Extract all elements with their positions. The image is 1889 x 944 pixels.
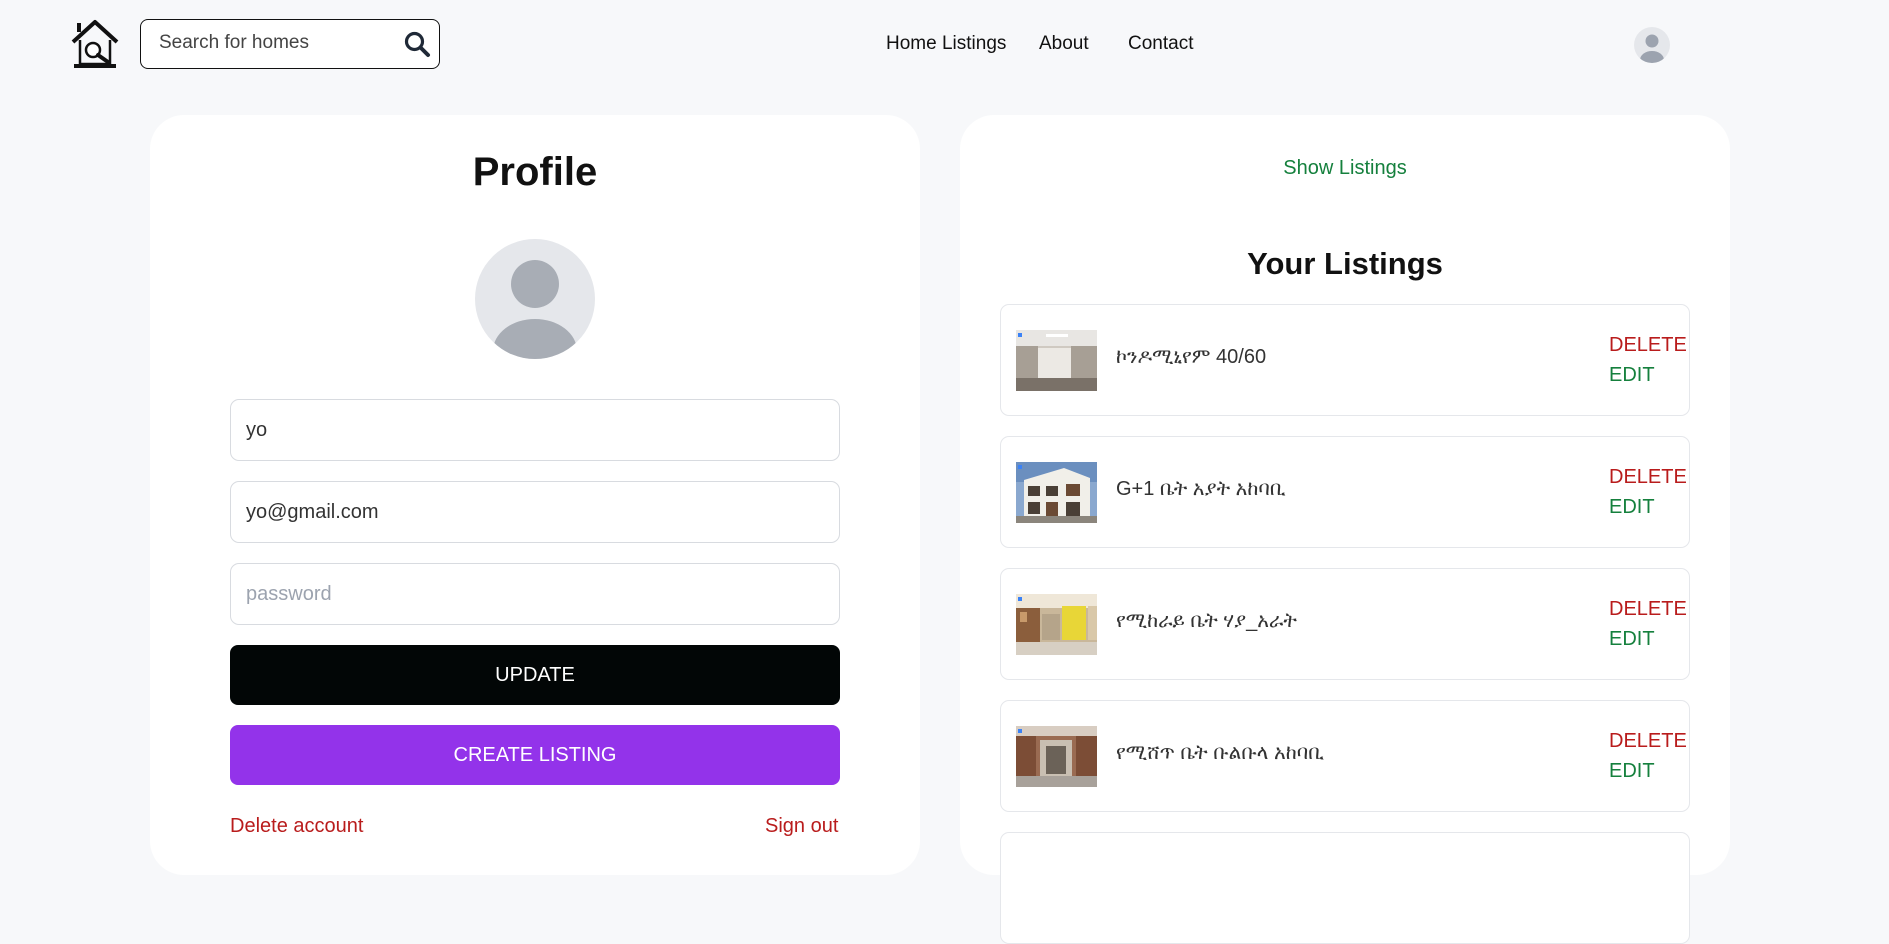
delete-listing-button[interactable]: DELETE xyxy=(1609,466,1687,489)
edit-listing-button[interactable]: EDIT xyxy=(1609,760,1655,783)
house-magnifier-logo-icon[interactable] xyxy=(70,18,120,70)
listing-thumbnail[interactable] xyxy=(1016,594,1097,655)
nav-home-listings[interactable]: Home Listings xyxy=(886,33,1006,55)
search-icon[interactable] xyxy=(403,30,431,58)
delete-listing-button[interactable]: DELETE xyxy=(1609,598,1687,621)
sign-out-link[interactable]: Sign out xyxy=(765,815,838,838)
nav-contact[interactable]: Contact xyxy=(1128,33,1193,55)
listing-thumbnail[interactable] xyxy=(1016,726,1097,787)
listing-item: የሚሸጥ ቤት ቡልቡላ አከባቢ DELETE EDIT xyxy=(1000,700,1690,812)
listing-item: የሚከራይ ቤት ሃያ_አራት DELETE EDIT xyxy=(1000,568,1690,680)
listing-item-partial xyxy=(1000,832,1690,944)
search-input[interactable] xyxy=(159,20,389,66)
listings-card: Show Listings Your Listings ኮንዶሚኒየም 40/6… xyxy=(960,115,1730,944)
nav-about[interactable]: About xyxy=(1039,33,1089,55)
listing-item: G+1 ቤት አያት አከባቢ DELETE EDIT xyxy=(1000,436,1690,548)
delete-listing-button[interactable]: DELETE xyxy=(1609,334,1687,357)
profile-avatar-icon[interactable] xyxy=(475,239,595,359)
delete-listing-button[interactable]: DELETE xyxy=(1609,730,1687,753)
show-listings-link[interactable]: Show Listings xyxy=(960,157,1730,180)
listing-name[interactable]: የሚከራይ ቤት ሃያ_አራት xyxy=(1116,610,1297,633)
listing-thumbnail[interactable] xyxy=(1016,330,1097,391)
password-field[interactable] xyxy=(230,563,840,625)
username-field[interactable] xyxy=(230,399,840,461)
listing-name[interactable]: ኮንዶሚኒየም 40/60 xyxy=(1116,346,1266,369)
top-navbar: Home Listings About Contact xyxy=(0,0,1889,90)
search-bar xyxy=(140,19,440,69)
page-title: Profile xyxy=(472,150,598,194)
listing-thumbnail[interactable] xyxy=(1016,462,1097,523)
profile-card: Profile UPDATE CREATE LISTING Delete acc… xyxy=(150,115,920,875)
email-field[interactable] xyxy=(230,481,840,543)
listing-item: ኮንዶሚኒየም 40/60 DELETE EDIT xyxy=(1000,304,1690,416)
user-avatar-icon[interactable] xyxy=(1634,27,1670,63)
listing-name[interactable]: G+1 ቤት አያት አከባቢ xyxy=(1116,478,1286,501)
create-listing-button[interactable]: CREATE LISTING xyxy=(230,725,840,785)
update-button[interactable]: UPDATE xyxy=(230,645,840,705)
listing-name[interactable]: የሚሸጥ ቤት ቡልቡላ አከባቢ xyxy=(1116,742,1324,765)
delete-account-link[interactable]: Delete account xyxy=(230,815,363,838)
listings-title: Your Listings xyxy=(1247,246,1443,281)
edit-listing-button[interactable]: EDIT xyxy=(1609,364,1655,387)
edit-listing-button[interactable]: EDIT xyxy=(1609,628,1655,651)
edit-listing-button[interactable]: EDIT xyxy=(1609,496,1655,519)
